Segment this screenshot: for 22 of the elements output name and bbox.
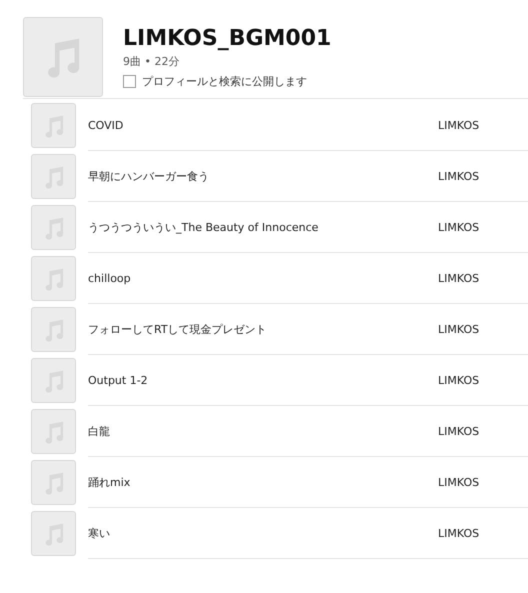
- track-artist: LIMKOS: [438, 526, 480, 540]
- track-artist: LIMKOS: [438, 322, 480, 336]
- track-title: Output 1-2: [88, 374, 149, 386]
- track-artist: LIMKOS: [438, 424, 480, 438]
- track-title: フォローしてRTして現金プレゼント: [88, 322, 268, 336]
- track-title: 踊れmix: [88, 474, 132, 490]
- track-title: 白龍: [88, 424, 111, 438]
- track-title: 寒い: [88, 526, 111, 540]
- track-artist: LIMKOS: [438, 374, 480, 386]
- track-title: chilloop: [88, 272, 132, 284]
- track-artist: LIMKOS: [438, 272, 480, 284]
- track-artist: LIMKOS: [438, 118, 480, 132]
- track-title: COVID: [88, 118, 124, 132]
- track-artist: LIMKOS: [438, 476, 480, 488]
- track-artist: LIMKOS: [438, 170, 480, 182]
- track-artist: LIMKOS: [438, 220, 480, 234]
- track-title: うつうつういうい_The Beauty of Innocence: [88, 220, 320, 234]
- publish-label: プロフィールと検索に公開します: [142, 74, 307, 89]
- publish-checkbox[interactable]: [123, 75, 136, 88]
- playlist-title: LIMKOS_BGM001: [123, 25, 332, 53]
- track-title: 早朝にハンバーガー食う: [88, 168, 210, 184]
- playlist-summary: 9曲 • 22分: [123, 54, 180, 69]
